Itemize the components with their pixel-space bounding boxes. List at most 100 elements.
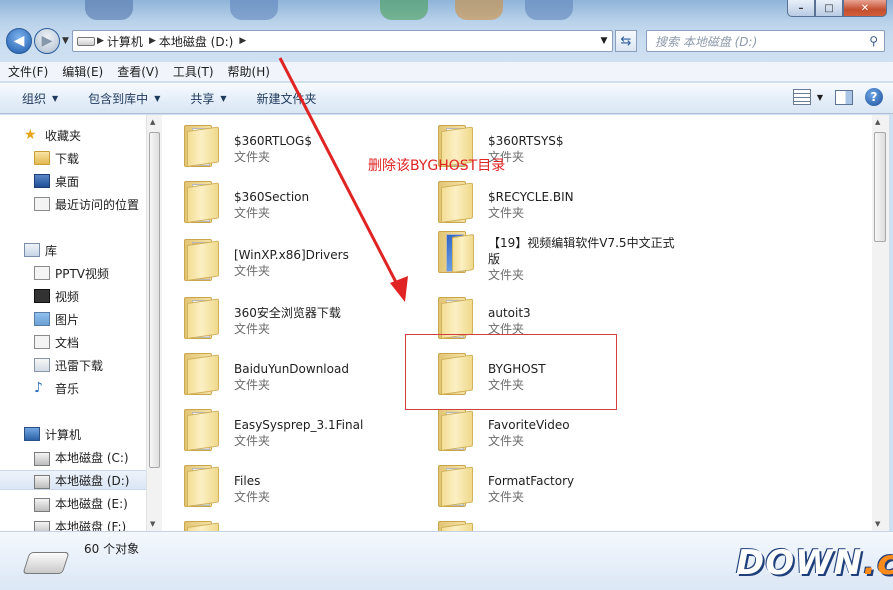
folder-item[interactable]: $360Section 文件夹: [184, 181, 424, 231]
file-type: 文件夹: [234, 434, 271, 448]
folder-icon: [184, 239, 220, 281]
folder-item[interactable]: $RECYCLE.BIN 文件夹: [438, 181, 678, 231]
nav-drive-e[interactable]: 本地磁盘 (E:): [0, 493, 146, 513]
nav-label: 视频: [55, 289, 80, 304]
close-button[interactable]: ✕: [843, 0, 887, 17]
annotation-text: 删除该BYGHOST目录: [368, 158, 506, 174]
address-bar[interactable]: ▶ 计算机 ▶ 本地磁盘 (D:) ▶ ▼: [72, 30, 613, 52]
menu-tools[interactable]: 工具(T): [173, 63, 214, 80]
scrollbar-thumb[interactable]: [874, 132, 886, 242]
drive-icon: [34, 474, 50, 489]
xunlei-download-icon: [34, 358, 50, 372]
chevron-down-icon: ▼: [52, 93, 59, 103]
refresh-icon: ⇆: [620, 33, 632, 49]
file-name: $360RTLOG$: [234, 134, 312, 148]
scroll-up-icon[interactable]: ▲: [150, 118, 155, 126]
nav-computer[interactable]: 计算机: [0, 424, 146, 444]
drive-icon: [34, 497, 50, 512]
computer-icon: [24, 427, 40, 441]
nav-xunlei[interactable]: 迅雷下载: [0, 355, 146, 375]
nav-drive-d[interactable]: 本地磁盘 (D:): [0, 470, 146, 490]
file-type: 文件夹: [488, 206, 525, 220]
star-icon: ★: [24, 127, 37, 143]
logo-suffix: .cc: [863, 543, 893, 583]
back-arrow-icon: ◀: [13, 33, 25, 49]
video-icon: [34, 289, 50, 303]
menu-file[interactable]: 文件(F): [8, 63, 48, 80]
scroll-down-icon[interactable]: ▼: [875, 520, 880, 528]
minimize-button[interactable]: –: [787, 0, 815, 17]
folder-item-partial[interactable]: [438, 521, 678, 531]
search-icon[interactable]: ⚲: [869, 34, 878, 48]
breadcrumb-chevron-icon[interactable]: ▶: [239, 36, 246, 46]
breadcrumb-chevron-icon[interactable]: ▶: [149, 36, 156, 46]
breadcrumb-chevron-icon[interactable]: ▶: [97, 36, 104, 46]
new-folder-button[interactable]: 新建文件夹: [257, 90, 317, 107]
recent-pages-dropdown-icon[interactable]: ▼: [62, 36, 69, 46]
nav-drive-f[interactable]: 本地磁盘 (F:): [0, 516, 146, 531]
nav-label: 图片: [55, 312, 80, 327]
scroll-up-icon[interactable]: ▲: [875, 118, 880, 126]
menu-edit[interactable]: 编辑(E): [62, 63, 103, 80]
content-scrollbar[interactable]: ▲ ▼: [872, 115, 889, 531]
blurred-desktop-icon: [455, 0, 503, 20]
folder-item[interactable]: EasySysprep_3.1Final 文件夹: [184, 409, 424, 459]
nav-pane-scrollbar[interactable]: ▲ ▼: [146, 115, 162, 531]
folder-item[interactable]: 【19】视频编辑软件V7.5中文正式版 文件夹: [438, 231, 688, 291]
back-button[interactable]: ◀: [6, 28, 32, 54]
breadcrumb-drive-d[interactable]: 本地磁盘 (D:): [156, 33, 239, 50]
help-icon[interactable]: ?: [865, 88, 883, 106]
refresh-button[interactable]: ⇆: [615, 30, 637, 52]
scrollbar-thumb[interactable]: [149, 132, 160, 468]
search-input[interactable]: 搜索 本地磁盘 (D:) ⚲: [646, 30, 885, 52]
nav-pptv[interactable]: PPTV视频: [0, 263, 146, 283]
nav-desktop[interactable]: 桌面: [0, 171, 146, 191]
menu-view[interactable]: 查看(V): [117, 63, 159, 80]
nav-recent[interactable]: 最近访问的位置: [0, 194, 146, 214]
nav-video[interactable]: 视频: [0, 286, 146, 306]
nav-label: 音乐: [55, 381, 80, 396]
folder-item-partial[interactable]: [184, 521, 424, 531]
menu-help[interactable]: 帮助(H): [228, 63, 270, 80]
file-name: FavoriteVideo: [488, 418, 570, 432]
music-icon: ♪: [34, 380, 43, 396]
nav-documents[interactable]: 文档: [0, 332, 146, 352]
folder-item[interactable]: Files 文件夹: [184, 465, 424, 515]
file-name: Files: [234, 474, 261, 488]
forward-button[interactable]: ▶: [34, 28, 60, 54]
nav-libraries[interactable]: 库: [0, 240, 146, 260]
pptv-library-icon: [34, 266, 50, 280]
folder-item[interactable]: [WinXP.x86]Drivers 文件夹: [184, 239, 424, 289]
folder-item[interactable]: FavoriteVideo 文件夹: [438, 409, 678, 459]
folder-item[interactable]: 360安全浏览器下载 文件夹: [184, 297, 424, 347]
view-dropdown-icon[interactable]: ▼: [817, 93, 823, 102]
share-button[interactable]: 共享 ▼: [190, 90, 226, 107]
logo-main: DOWN: [736, 543, 864, 583]
scroll-down-icon[interactable]: ▼: [150, 520, 155, 528]
breadcrumb-computer[interactable]: 计算机: [104, 33, 149, 50]
file-name: BaiduYunDownload: [234, 362, 349, 376]
address-dropdown-icon[interactable]: ▼: [596, 36, 612, 46]
file-type: 文件夹: [234, 490, 271, 504]
organize-button[interactable]: 组织 ▼: [22, 90, 58, 107]
folder-icon: [184, 409, 220, 451]
nav-drive-c[interactable]: 本地磁盘 (C:): [0, 447, 146, 467]
file-name: autoit3: [488, 306, 531, 320]
include-in-library-button[interactable]: 包含到库中 ▼: [88, 90, 160, 107]
change-view-icon[interactable]: [792, 89, 811, 105]
preview-pane-icon[interactable]: [835, 89, 853, 105]
blurred-desktop-icon: [230, 0, 278, 20]
nav-label: 文档: [55, 335, 80, 350]
navigation-pane: ★ 收藏夹 下载 桌面 最近访问的位置 库 PPTV视频 视频 图片 文档 迅雷下…: [0, 115, 146, 531]
file-type: 文件夹: [234, 378, 271, 392]
nav-pictures[interactable]: 图片: [0, 309, 146, 329]
blurred-desktop-icon: [525, 0, 573, 20]
folder-icon: [184, 521, 220, 531]
nav-download[interactable]: 下载: [0, 148, 146, 168]
file-name: [WinXP.x86]Drivers: [234, 248, 349, 262]
folder-item[interactable]: BaiduYunDownload 文件夹: [184, 353, 424, 403]
folder-item[interactable]: FormatFactory 文件夹: [438, 465, 678, 515]
maximize-button[interactable]: □: [815, 0, 843, 17]
nav-favorites[interactable]: ★ 收藏夹: [0, 125, 146, 145]
nav-music[interactable]: ♪ 音乐: [0, 378, 146, 398]
